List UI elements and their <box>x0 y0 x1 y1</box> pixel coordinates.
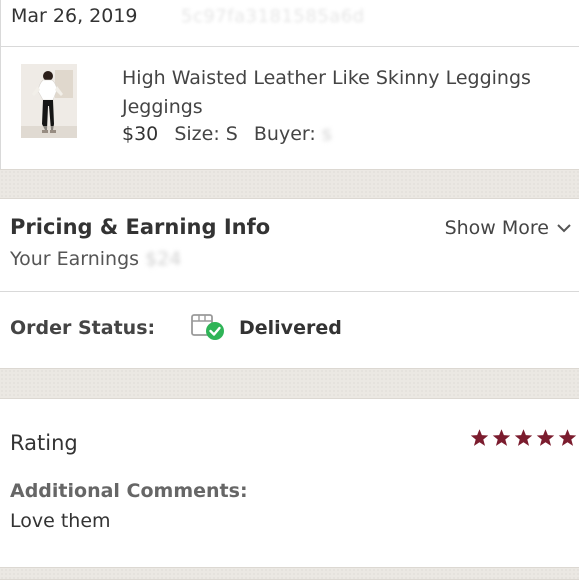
show-more-label: Show More <box>444 217 549 239</box>
order-status-value: Delivered <box>239 317 342 339</box>
earnings-value: $24 <box>145 248 182 270</box>
divider <box>0 291 579 292</box>
section-gap <box>0 368 579 399</box>
product-thumbnail[interactable] <box>21 64 77 138</box>
order-status-label: Order Status: <box>10 317 156 339</box>
order-id: 5c97fa3181585a6d <box>181 6 365 27</box>
section-gap <box>0 169 579 199</box>
star-icon <box>514 429 533 446</box>
earnings-label: Your Earnings <box>10 248 140 270</box>
comments-label: Additional Comments: <box>10 480 248 502</box>
earnings-row: Your Earnings $24 <box>10 248 181 270</box>
pricing-title: Pricing & Earning Info <box>10 215 271 239</box>
star-icon <box>470 429 489 446</box>
order-card: Mar 26, 2019 5c97fa3181585a6d High Waist… <box>0 0 579 169</box>
show-more-button[interactable]: Show More <box>445 217 571 239</box>
rating-stars <box>470 428 577 447</box>
chevron-down-icon <box>557 224 571 233</box>
product-photo-icon <box>21 64 77 138</box>
rating-title: Rating <box>10 431 78 455</box>
buyer-label: Buyer: <box>253 123 316 145</box>
star-icon <box>492 429 511 446</box>
order-date: Mar 26, 2019 <box>11 5 138 27</box>
item-price: $30 <box>122 123 159 145</box>
star-icon <box>558 429 577 446</box>
comments-value: Love them <box>10 510 111 532</box>
star-icon <box>536 429 555 446</box>
section-gap <box>0 567 579 580</box>
item-size: Size: S <box>174 123 238 145</box>
divider <box>1 46 579 47</box>
item-title[interactable]: High Waisted Leather Like Skinny Legging… <box>122 64 567 122</box>
item-meta: $30 Size: S Buyer: s <box>122 123 332 145</box>
package-delivered-icon <box>191 314 224 340</box>
buyer-name: s <box>321 123 332 145</box>
